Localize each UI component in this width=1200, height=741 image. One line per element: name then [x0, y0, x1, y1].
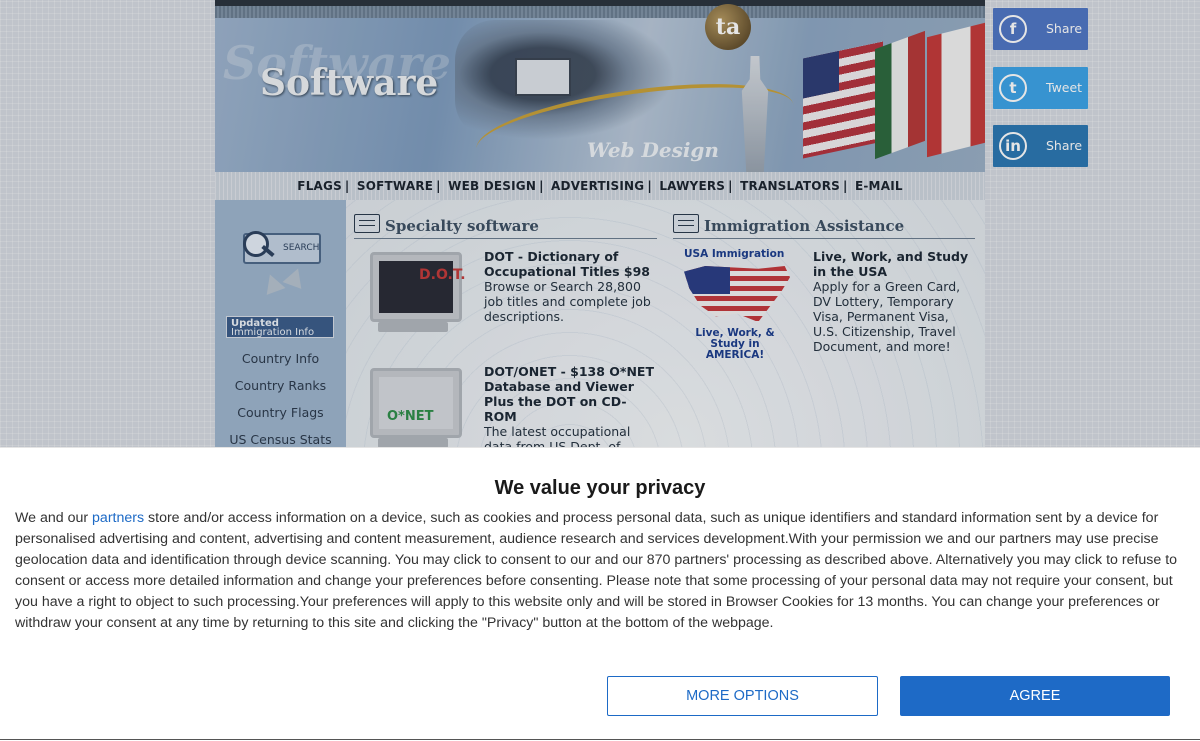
partners-link[interactable]: partners [92, 510, 144, 526]
consent-lead: We and our [15, 510, 89, 526]
more-options-button[interactable]: MORE OPTIONS [607, 676, 878, 716]
consent-text: We and our partners store and/or access … [15, 508, 1187, 634]
privacy-consent-dialog: We value your privacy We and our partner… [0, 447, 1200, 741]
agree-button[interactable]: AGREE [900, 676, 1170, 716]
consent-title: We value your privacy [494, 477, 706, 499]
consent-body: store and/or access information on a dev… [15, 510, 1178, 631]
